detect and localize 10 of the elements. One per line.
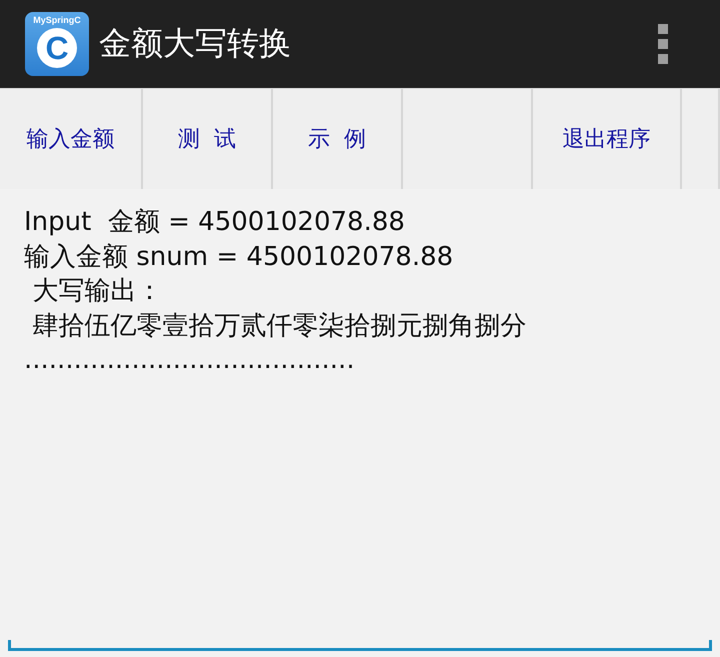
output-field[interactable]: Input 金额 = 4500102078.88 输入金额 snum = 4500102078.88 大写输出： 肆拾伍亿零壹拾万贰仟零柒拾捌元捌角捌分 ........................................ xyxy=(8,189,712,651)
output-line: 肆拾伍亿零壹拾万贰仟零柒拾捌元捌角捌分 xyxy=(31,310,528,342)
output-line: 输入金额 snum = 4500102078.88 xyxy=(24,240,454,274)
output-line: Input 金额 = 4500102078.88 xyxy=(24,206,406,239)
app-icon-letter: C xyxy=(37,28,77,68)
overflow-menu-icon[interactable] xyxy=(658,24,668,64)
app-title: 金额大写转换 xyxy=(99,23,292,64)
output-line: 大写输出： xyxy=(31,275,164,308)
output-line: ........................................ xyxy=(24,344,356,377)
app-icon-caption: MySpringC xyxy=(33,15,81,26)
